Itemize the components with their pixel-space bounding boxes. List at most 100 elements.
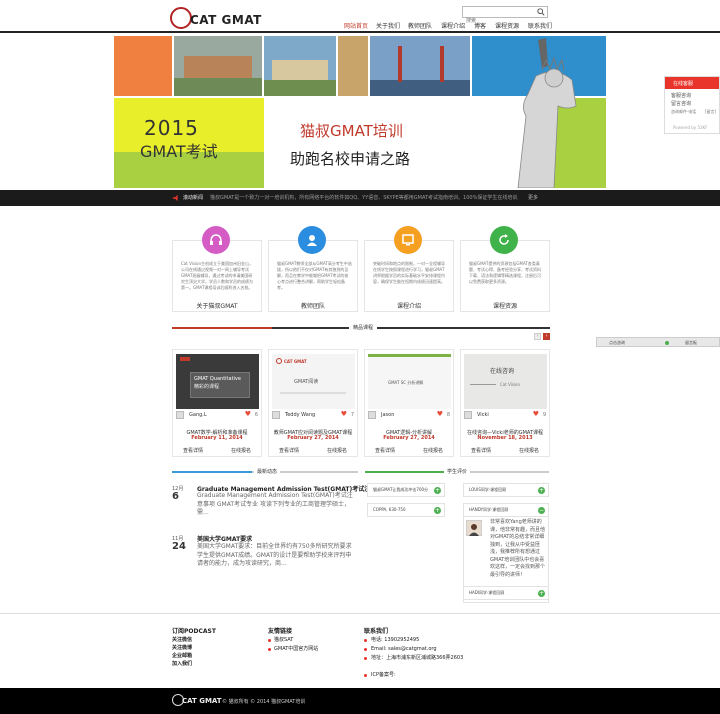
feature-label[interactable]: 关于猫叔GMAT [173,301,261,310]
plus-icon[interactable]: + [434,507,441,514]
author-name: Gang.L [189,412,207,418]
nav-blog[interactable]: 博客 [474,21,486,30]
chat-item-2[interactable]: 留言咨询 [671,101,691,108]
logo-text[interactable]: CAT GMAT [190,13,262,27]
contact-email[interactable]: Email: sales@catgmat.org [371,646,437,653]
plus-icon[interactable]: + [434,487,441,494]
nav-teachers[interactable]: 教师团队 [408,21,432,30]
plus-icon[interactable]: + [538,590,545,597]
details-link[interactable]: 查看详情 [183,447,203,454]
nav-contact[interactable]: 联系我们 [528,21,552,30]
phone-icon [364,639,367,642]
ticker-text[interactable]: 猫叔GMAT是一个致力一对一培训机构，所有网络平台的软件如QQ、YY语音、SKY… [210,194,518,201]
review-item[interactable]: HANDY同学·课程回顾 − [463,503,549,517]
details-link[interactable]: 查看详情 [279,447,299,454]
nav-about[interactable]: 关于我们 [376,21,400,30]
banner-bridge-photo [370,36,470,96]
next-arrow-icon[interactable]: › [543,333,550,340]
online-service-widget[interactable]: 在线客服 客服咨询 留言咨询 咨询邮件·电话 [留言] Powered by 5… [664,76,720,134]
thumb-heading: GMAT SC 分析讲解 [388,380,424,385]
banner-exam: GMAT考试 [140,142,218,161]
plus-icon[interactable]: + [538,487,545,494]
footer-podcast-title: 订阅PODCAST [172,628,216,635]
headphones-icon[interactable] [202,226,230,254]
course-date: November 18, 2013 [477,435,533,441]
prev-arrow-icon[interactable]: ‹ [534,333,541,340]
consult-left[interactable]: 点击咨询 [609,340,625,346]
feature-label[interactable]: 课程介绍 [365,301,453,310]
nav-resources[interactable]: 课程资源 [495,21,519,30]
feature-label[interactable]: 教师团队 [269,301,357,310]
footer-link[interactable]: 关注微博 [172,645,192,652]
minus-icon[interactable]: − [538,507,545,514]
logo-mark[interactable] [170,7,192,29]
chat-item-3[interactable]: 咨询邮件·电话 [671,109,696,115]
speaker-icon [172,194,178,202]
review-item[interactable]: 猫叔GMAT让我成功冲击700分 + [367,483,445,497]
nav-courses[interactable]: 课程介绍 [441,21,465,30]
footer-link[interactable]: 加入我们 [172,661,192,668]
consult-right[interactable]: 留言板 [685,340,697,346]
details-link[interactable]: 查看详情 [471,447,491,454]
review-text: HANDY同学·课程回顾 [469,507,509,512]
footer-friend-link[interactable]: GMAT中国官方网站 [274,646,318,653]
bullet-icon [268,639,271,642]
like-count: 8 [446,412,450,418]
course-thumbnail[interactable]: CAT GMAT GMAT阅读 [272,354,355,409]
enroll-link[interactable]: 在线报名 [423,447,443,454]
reviews-divider-accent [365,471,445,473]
like-count: 7 [350,412,354,418]
reviewer-avatar [466,520,482,536]
refresh-icon[interactable] [490,226,518,254]
news-headline[interactable]: 美国大学GMAT要求 [197,534,252,543]
news-divider-accent [172,471,252,473]
footer-link[interactable]: 企业邮箱 [172,653,192,660]
review-text: LOUIS同学·课程回顾 [469,487,507,492]
enroll-link[interactable]: 在线报名 [327,447,347,454]
heart-icon[interactable]: ♥ [245,411,251,418]
chat-title[interactable]: 在线客服 [665,77,719,89]
review-text: COPPA, 630-750 [373,507,406,512]
heart-icon[interactable]: ♥ [341,411,347,418]
contact-icp: ICP备案号: [371,672,396,678]
ticker-more[interactable]: 更多 [528,194,538,201]
course-card[interactable]: GMAT Quantitative 精彩的课程 Gang.L ♥ 6 GMAT数… [172,349,262,457]
course-card[interactable]: GMAT SC 分析讲解 Jason ♥ 8 GMAT逻辑-分析讲解 Febru… [364,349,454,457]
search-icon[interactable] [537,8,545,16]
news-day: 6 [172,491,179,502]
author-name: Teddy Wang [285,412,316,418]
hero-banner[interactable]: 2015 GMAT考试 猫叔GMAT培训 助跑名校申请之路 [114,36,606,188]
review-item[interactable]: LOUIS同学·课程回顾 + [463,483,549,497]
user-icon[interactable] [298,226,326,254]
footer-logo-text: CAT GMAT [182,697,222,705]
review-quote: 非常喜欢Yang老师讲的课，他非常有趣，而且他对GMAT的总结非常详细独到，让我… [490,519,546,578]
enroll-link[interactable]: 在线报名 [231,447,251,454]
chat-powered: Powered by 53KF [673,125,708,130]
footer-friend-link[interactable]: 猫叔SAT [274,637,293,644]
news-ticker[interactable]: 滚动新闻 猫叔GMAT是一个致力一对一培训机构，所有网络平台的软件如QQ、YY语… [0,190,720,206]
details-link[interactable]: 查看详情 [375,447,395,454]
course-thumbnail[interactable]: 在线咨询 Cat Vision [464,354,547,409]
location-icon [364,657,367,660]
course-card[interactable]: 在线咨询 Cat Vision Vicki ♥ 9 在线咨询—Vicki老师的G… [460,349,550,457]
courses-title: 精品课程 [349,324,378,331]
nav-home[interactable]: 网站首页 [344,21,368,30]
monitor-icon[interactable] [394,226,422,254]
avatar [272,411,280,419]
search-box[interactable] [462,6,548,26]
consult-bar[interactable]: 点击咨询 留言板 [596,337,720,347]
footer-link[interactable]: 关注微信 [172,637,192,644]
review-item[interactable]: HADI同学·课程回顾 + [463,586,549,600]
course-thumbnail[interactable]: GMAT SC 分析讲解 [368,354,451,409]
course-thumbnail[interactable]: GMAT Quantitative 精彩的课程 [176,354,259,409]
course-author: Vicki ♥ 9 [464,411,547,421]
heart-icon[interactable]: ♥ [437,411,443,418]
chat-leave-message[interactable]: [留言] [705,109,716,115]
chat-item-1[interactable]: 客服咨询 [671,93,691,100]
course-card[interactable]: CAT GMAT GMAT阅读 Teddy Wang ♥ 7 教师GMAT应对阅… [268,349,358,457]
heart-icon[interactable]: ♥ [533,411,539,418]
review-item[interactable]: COPPA, 630-750 + [367,503,445,517]
enroll-link[interactable]: 在线报名 [519,447,539,454]
bottom-bar: CAT GMAT © 猫叔所有 © 2014 猫叔GMAT培训 [0,688,720,714]
feature-label[interactable]: 课程资源 [461,301,549,310]
